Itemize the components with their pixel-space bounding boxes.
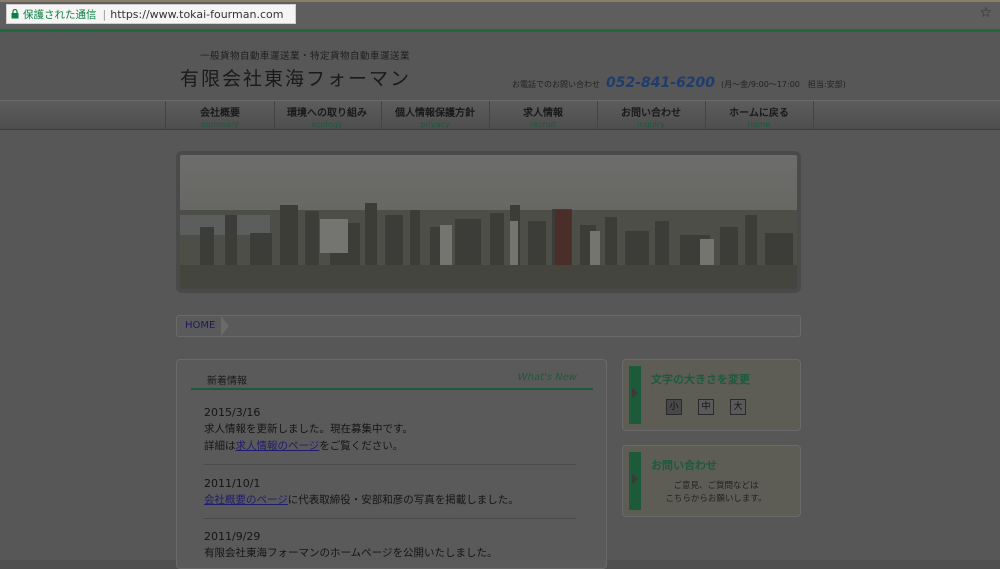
global-nav: 会社概要 summary 環境への取り組み ecology 個人情報保護方針 p…: [0, 100, 1000, 130]
browser-toolbar: 保護された通信 | https://www.tokai-fourman.com …: [0, 0, 1000, 29]
nav-inquiry[interactable]: お問い合わせ inquiry: [597, 101, 706, 129]
nav-sublabel: inquiry: [637, 120, 665, 129]
box-accent-arrow-icon: [629, 452, 641, 510]
url-text[interactable]: https://www.tokai-fourman.com: [110, 8, 283, 21]
nav-label: 環境への取り組み: [287, 108, 367, 119]
secure-label[interactable]: 保護された通信: [23, 7, 103, 22]
nav-label: お問い合わせ: [621, 108, 681, 119]
address-bar[interactable]: 保護された通信 | https://www.tokai-fourman.com: [6, 4, 296, 24]
news-item: 2011/10/1 会社概要のページに代表取締役・安部和彦の写真を掲載しました。: [204, 475, 519, 509]
news-text: 詳細は: [204, 440, 236, 452]
font-large-button[interactable]: 大: [730, 399, 746, 415]
news-divider: [204, 464, 576, 465]
box-accent-arrow-icon: [629, 366, 641, 424]
nav-sublabel: privacy: [420, 120, 450, 129]
hero-city-image: [176, 151, 801, 293]
nav-label: 求人情報: [523, 108, 563, 119]
font-small-button[interactable]: 小: [666, 399, 682, 415]
news-title: 新着情報: [207, 376, 247, 387]
nav-label: 会社概要: [200, 108, 240, 119]
news-text: 求人情報を更新しました。現在募集中です。: [204, 423, 413, 435]
news-date: 2015/3/16: [204, 406, 261, 419]
bookmark-star-icon[interactable]: ☆: [979, 5, 992, 21]
news-date: 2011/9/29: [204, 530, 261, 543]
nav-sublabel: summary: [201, 120, 239, 129]
website: 一般貨物自動車運送業・特定貨物自動車運送業 有限会社東海フォーマン お電話でのお…: [0, 32, 1000, 569]
contact-title[interactable]: お問い合わせ: [651, 457, 717, 473]
nav-label: 個人情報保護方針: [395, 108, 475, 119]
news-text: に代表取締役・安部和彦の写真を掲載しました。: [287, 494, 519, 506]
news-title-en: What's New: [517, 372, 577, 383]
nav-sublabel: ecology: [311, 120, 343, 129]
phone-label: お電話でのお問い合わせ: [512, 80, 600, 89]
news-divider: [204, 518, 576, 519]
contact-text: ご意見、ご質問などは こちらからお願いします。: [661, 480, 771, 506]
url-divider: |: [102, 7, 107, 21]
font-medium-button[interactable]: 中: [698, 399, 714, 415]
news-text: 有限会社東海フォーマンのホームページを公開いたしました。: [204, 547, 498, 559]
company-logo-text[interactable]: 有限会社東海フォーマン: [180, 64, 411, 91]
font-size-box: 文字の大きさを変更 小 中 大: [622, 359, 801, 431]
cityscape-image: [180, 155, 797, 289]
contact-line: こちらからお願いします。: [665, 494, 767, 504]
news-item: 2011/9/29 有限会社東海フォーマンのホームページを公開いたしました。: [204, 528, 497, 562]
nav-home[interactable]: ホームに戻る home: [705, 101, 814, 129]
nav-sublabel: recruit: [529, 120, 557, 129]
nav-privacy[interactable]: 個人情報保護方針 privacy: [381, 101, 490, 129]
business-type-text: 一般貨物自動車運送業・特定貨物自動車運送業: [200, 51, 411, 62]
news-text: をご覧ください。: [319, 440, 404, 452]
phone-hours: (月〜金/9:00〜17:00 担当:安部): [721, 80, 846, 89]
news-item: 2015/3/16 求人情報を更新しました。現在募集中です。 詳細は求人情報のペ…: [204, 404, 413, 455]
breadcrumb-home-link[interactable]: HOME: [185, 320, 215, 331]
lock-icon[interactable]: [7, 9, 23, 19]
news-date: 2011/10/1: [204, 477, 261, 490]
nav-label: ホームに戻る: [729, 108, 789, 119]
phone-number: 052-841-6200: [606, 75, 716, 91]
breadcrumb-chevron-icon: [221, 316, 229, 336]
nav-summary[interactable]: 会社概要 summary: [165, 101, 275, 129]
font-size-title: 文字の大きさを変更: [651, 373, 750, 386]
nav-sublabel: home: [747, 120, 771, 129]
contact-line: ご意見、ご質問などは: [673, 481, 759, 491]
nav-recruit[interactable]: 求人情報 recruit: [489, 101, 598, 129]
browser-top-strip: [0, 0, 1000, 2]
news-header: 新着情報 What's New: [191, 370, 593, 390]
phone-contact: お電話でのお問い合わせ 052-841-6200 (月〜金/9:00〜17:00…: [512, 75, 846, 91]
company-summary-link[interactable]: 会社概要のページ: [204, 494, 288, 506]
breadcrumb: HOME: [176, 315, 801, 337]
nav-ecology[interactable]: 環境への取り組み ecology: [273, 101, 382, 129]
recruit-page-link[interactable]: 求人情報のページ: [236, 440, 320, 452]
contact-box[interactable]: お問い合わせ ご意見、ご質問などは こちらからお願いします。: [622, 445, 801, 517]
news-panel: 新着情報 What's New 2015/3/16 求人情報を更新しました。現在…: [176, 359, 607, 569]
